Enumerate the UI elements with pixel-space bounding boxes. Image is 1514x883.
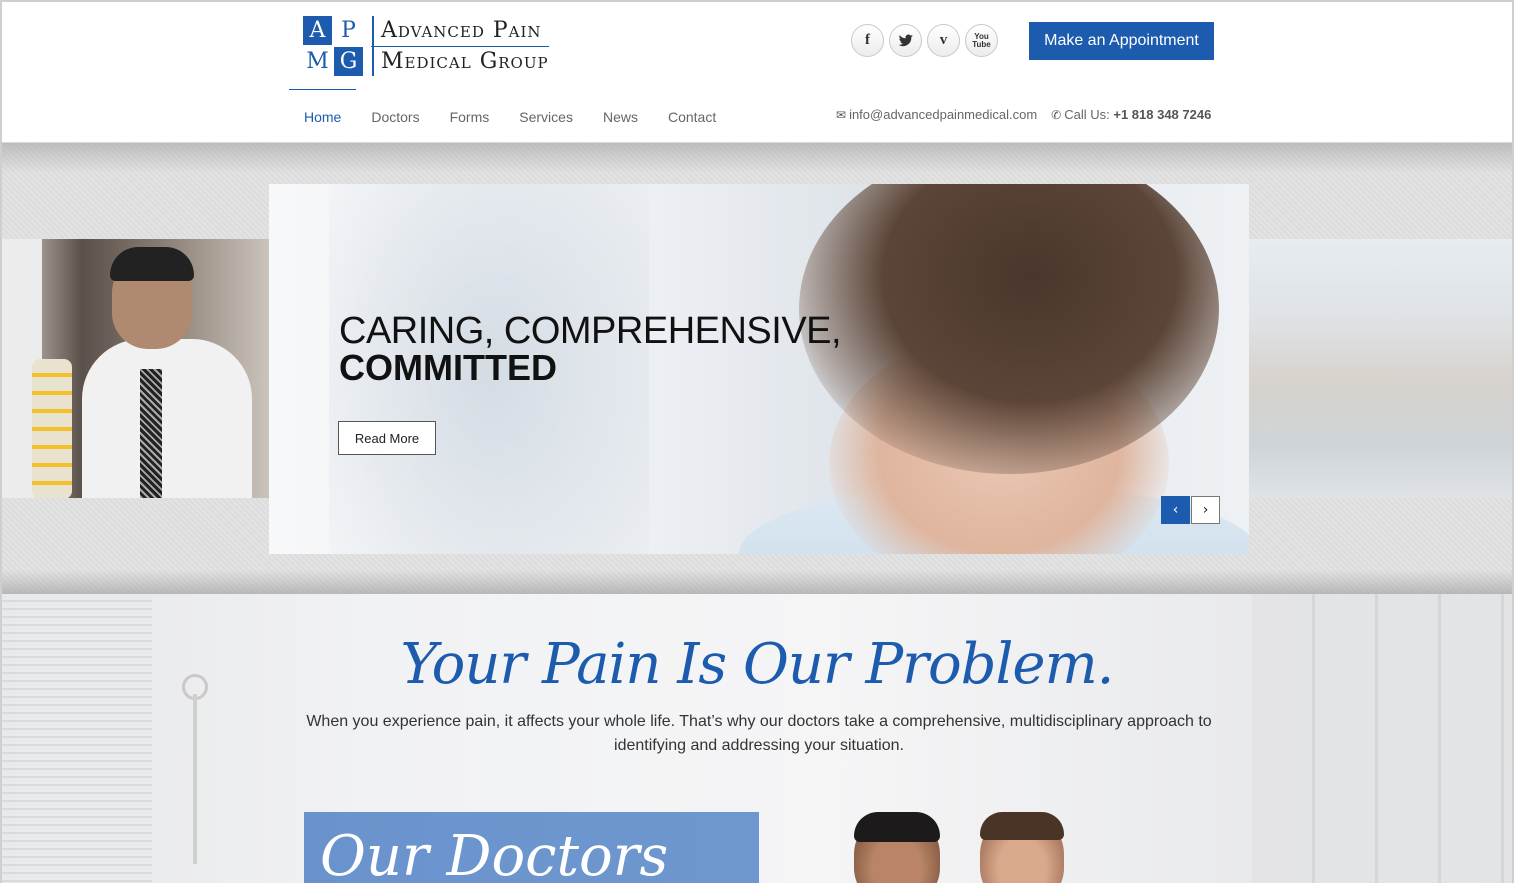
- logo-letter-a: A: [303, 16, 332, 45]
- make-appointment-button[interactable]: Make an Appointment: [1029, 22, 1214, 60]
- nav-item-contact[interactable]: Contact: [653, 106, 731, 128]
- slider-prev-button[interactable]: ‹: [1161, 496, 1190, 524]
- phone-icon: ✆: [1051, 108, 1062, 122]
- doctor-hair: [110, 247, 194, 281]
- facebook-icon[interactable]: f: [851, 24, 884, 57]
- chevron-right-icon: ›: [1202, 502, 1209, 518]
- twitter-bird-glyph: [898, 34, 913, 46]
- read-more-button[interactable]: Read More: [338, 421, 436, 455]
- email-link[interactable]: ✉ info@advancedpainmedical.com: [836, 106, 1037, 124]
- spine-model: [32, 359, 72, 498]
- site-header: A P M G Advanced Pain Medical Group f v …: [2, 2, 1512, 143]
- nav-item-forms[interactable]: Forms: [435, 106, 505, 128]
- prev-slide-preview[interactable]: [2, 239, 269, 498]
- email-text: info@advancedpainmedical.com: [849, 107, 1038, 122]
- logo[interactable]: A P M G Advanced Pain Medical Group: [303, 16, 549, 76]
- nav-item-services[interactable]: Services: [504, 106, 588, 128]
- bg-lamp-pole: [193, 694, 197, 864]
- vimeo-icon[interactable]: v: [927, 24, 960, 57]
- slide-headline-line2: COMMITTED: [339, 347, 557, 388]
- logo-letter-g: G: [334, 47, 363, 76]
- logo-mark: A P M G: [303, 16, 363, 76]
- doctor-photo-1-hair: [854, 812, 940, 842]
- contact-info: ✉ info@advancedpainmedical.com ✆ Call Us: …: [836, 106, 1211, 124]
- logo-wordmark: Advanced Pain Medical Group: [371, 16, 549, 76]
- intro-body: When you experience pain, it affects you…: [306, 713, 1212, 754]
- logo-letter-p: P: [334, 16, 363, 45]
- doctor-coat: [82, 339, 252, 498]
- chevron-left-icon: ‹: [1172, 502, 1179, 518]
- next-slide-preview[interactable]: [1249, 239, 1512, 498]
- logo-letter-m: M: [303, 47, 332, 76]
- browser-page: A P M G Advanced Pain Medical Group f v …: [0, 0, 1514, 883]
- intro-tagline: Your Pain Is Our Problem.: [400, 632, 1115, 697]
- nav-item-news[interactable]: News: [588, 106, 653, 128]
- logo-name-line2: Medical Group: [371, 46, 549, 77]
- nav-item-doctors[interactable]: Doctors: [356, 106, 434, 128]
- our-doctors-title: Our Doctors: [320, 824, 669, 883]
- doctor-photo-2-hair: [980, 812, 1064, 840]
- slide-headline-line1: CARING, COMPREHENSIVE,: [339, 310, 842, 352]
- social-links: f v You Tube: [851, 24, 998, 57]
- phone-info[interactable]: ✆ Call Us: +1 818 348 7246: [1051, 106, 1211, 124]
- youtube-icon[interactable]: You Tube: [965, 24, 998, 57]
- phone-number: +1 818 348 7246: [1113, 107, 1212, 122]
- slider-next-button[interactable]: ›: [1191, 496, 1220, 524]
- main-nav: Home Doctors Forms Services News Contact: [290, 106, 731, 128]
- active-nav-indicator: [289, 89, 356, 90]
- logo-name-line1: Advanced Pain: [381, 18, 542, 43]
- doctor-tie: [140, 369, 162, 498]
- nav-item-home[interactable]: Home: [290, 106, 356, 128]
- envelope-icon: ✉: [836, 108, 847, 122]
- twitter-icon[interactable]: [889, 24, 922, 57]
- call-prefix: Call Us:: [1064, 107, 1110, 122]
